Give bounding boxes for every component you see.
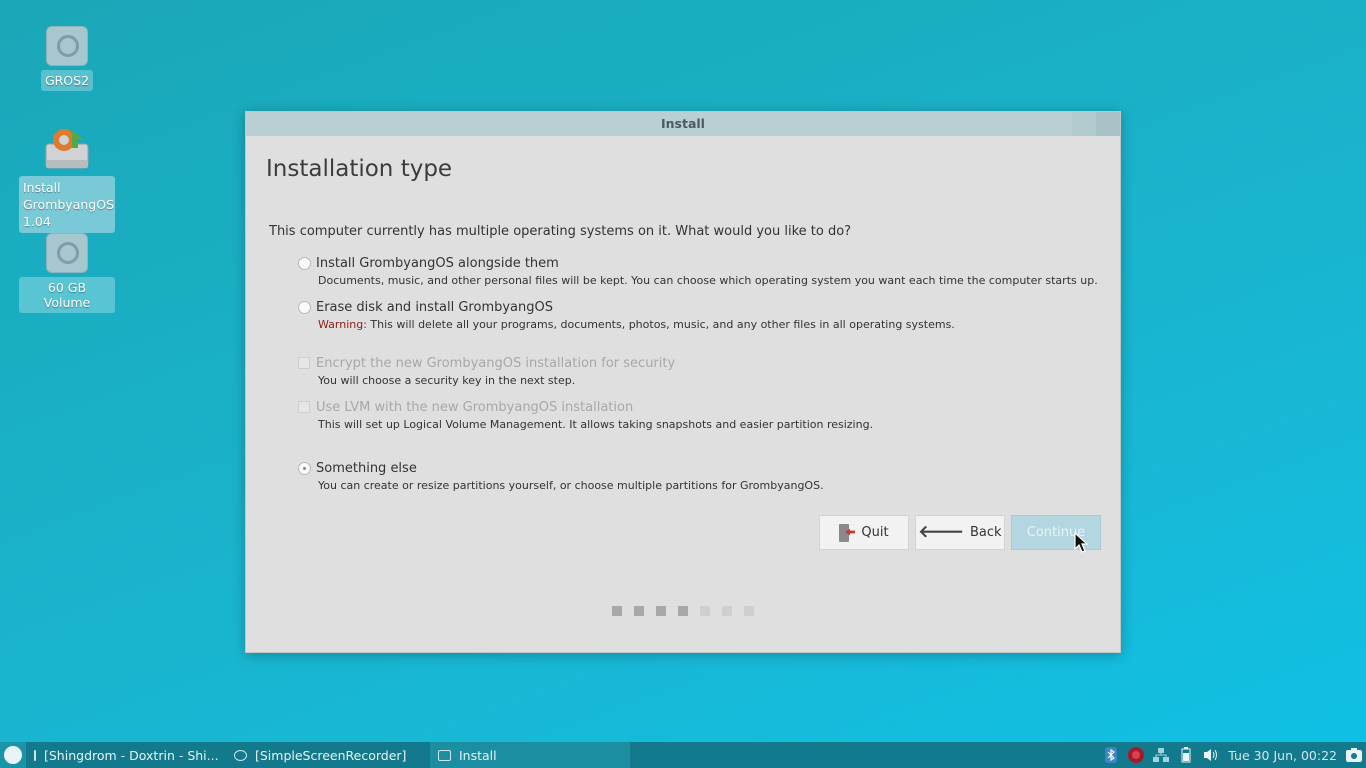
install-window: Install Installation type This computer …: [245, 111, 1121, 653]
option-lvm: Use LVM with the new GrombyangOS install…: [298, 399, 873, 431]
installer-icon: [45, 129, 89, 169]
recorder-icon: [234, 749, 247, 761]
desktop-icon-label: Install GrombyangOS 1.04: [19, 176, 115, 233]
progress-step-dot: [744, 606, 754, 616]
volume-icon[interactable]: [1203, 747, 1219, 763]
page-title: Installation type: [266, 156, 453, 182]
desktop-icon-installer[interactable]: Install GrombyangOS 1.04: [19, 126, 115, 233]
warning-text: This will delete all your programs, docu…: [366, 318, 955, 331]
record-icon[interactable]: [1128, 747, 1145, 763]
option-something-else-radio[interactable]: [298, 462, 311, 475]
mouse-cursor-icon: [1074, 532, 1088, 553]
desktop-icon-label: GROS2: [40, 70, 94, 91]
question-text: This computer currently has multiple ope…: [269, 224, 852, 239]
option-erase[interactable]: Erase disk and install GrombyangOS Warni…: [298, 299, 955, 331]
progress-step-dot: [722, 606, 732, 616]
option-something-else[interactable]: Something else You can create or resize …: [298, 460, 824, 492]
system-tray: Tue 30 Jun, 00:22: [1103, 747, 1366, 763]
battery-icon[interactable]: [1178, 747, 1194, 763]
window-maximize-button[interactable]: [1072, 112, 1096, 136]
drive-icon: [46, 26, 88, 66]
progress-step-dot: [634, 606, 644, 616]
option-label: Encrypt the new GrombyangOS installation…: [316, 356, 676, 371]
option-encrypt: Encrypt the new GrombyangOS installation…: [298, 355, 675, 387]
warning-label: Warning:: [318, 318, 367, 331]
back-button[interactable]: 🡐 Back: [915, 515, 1005, 550]
option-description: You will choose a security key in the ne…: [318, 374, 576, 387]
taskbar-task-shingdrom[interactable]: [Shingdrom - Doxtrin - Shi...: [26, 742, 226, 768]
bluetooth-icon[interactable]: [1103, 747, 1119, 763]
window-titlebar[interactable]: Install: [246, 112, 1120, 136]
back-button-label: Back: [970, 525, 1002, 540]
option-encrypt-checkbox: [298, 357, 310, 369]
option-lvm-checkbox: [298, 401, 310, 413]
terminal-icon: [34, 749, 36, 761]
option-description: Warning: This will delete all your progr…: [318, 318, 955, 331]
start-menu-button[interactable]: [0, 742, 26, 768]
option-label: Something else: [316, 461, 417, 476]
taskbar-task-recorder[interactable]: [SimpleScreenRecorder]: [226, 742, 422, 768]
option-label: Use LVM with the new GrombyangOS install…: [316, 400, 634, 415]
step-progress: [612, 606, 754, 616]
network-icon[interactable]: [1153, 747, 1170, 763]
task-label: [SimpleScreenRecorder]: [255, 747, 407, 763]
desktop-icon-volume[interactable]: 60 GB Volume: [19, 233, 115, 313]
option-description: This will set up Logical Volume Manageme…: [318, 418, 874, 431]
progress-step-dot: [678, 606, 688, 616]
option-description: Documents, music, and other personal fil…: [318, 274, 1098, 287]
task-label: Install: [459, 747, 497, 763]
progress-step-dot: [612, 606, 622, 616]
option-label: Erase disk and install GrombyangOS: [316, 300, 553, 315]
start-logo-icon: [4, 746, 22, 764]
progress-step-dot: [656, 606, 666, 616]
desktop-icon-label: 60 GB Volume: [19, 277, 115, 313]
window-close-button[interactable]: [1096, 112, 1120, 136]
task-label: [Shingdrom - Doxtrin - Shi...: [44, 747, 219, 763]
screenshot-icon[interactable]: [1346, 747, 1362, 763]
progress-step-dot: [700, 606, 710, 616]
option-alongside-radio[interactable]: [298, 257, 311, 270]
option-description: You can create or resize partitions your…: [318, 479, 824, 492]
desktop-icon-gros2[interactable]: GROS2: [19, 26, 115, 91]
option-label: Install GrombyangOS alongside them: [316, 256, 559, 271]
exit-door-icon: [839, 523, 855, 542]
clock[interactable]: Tue 30 Jun, 00:22: [1228, 748, 1337, 763]
option-erase-radio[interactable]: [298, 301, 311, 314]
taskbar-task-install[interactable]: Install: [430, 742, 630, 768]
arrow-left-icon: 🡐: [918, 522, 965, 542]
quit-button[interactable]: Quit: [819, 515, 909, 550]
quit-button-label: Quit: [861, 525, 889, 540]
drive-icon: [46, 233, 88, 273]
window-title: Install: [661, 116, 705, 131]
installer-icon: [438, 749, 451, 761]
taskbar: [Shingdrom - Doxtrin - Shi... [SimpleScr…: [0, 742, 1366, 768]
option-alongside[interactable]: Install GrombyangOS alongside them Docum…: [298, 255, 1098, 287]
